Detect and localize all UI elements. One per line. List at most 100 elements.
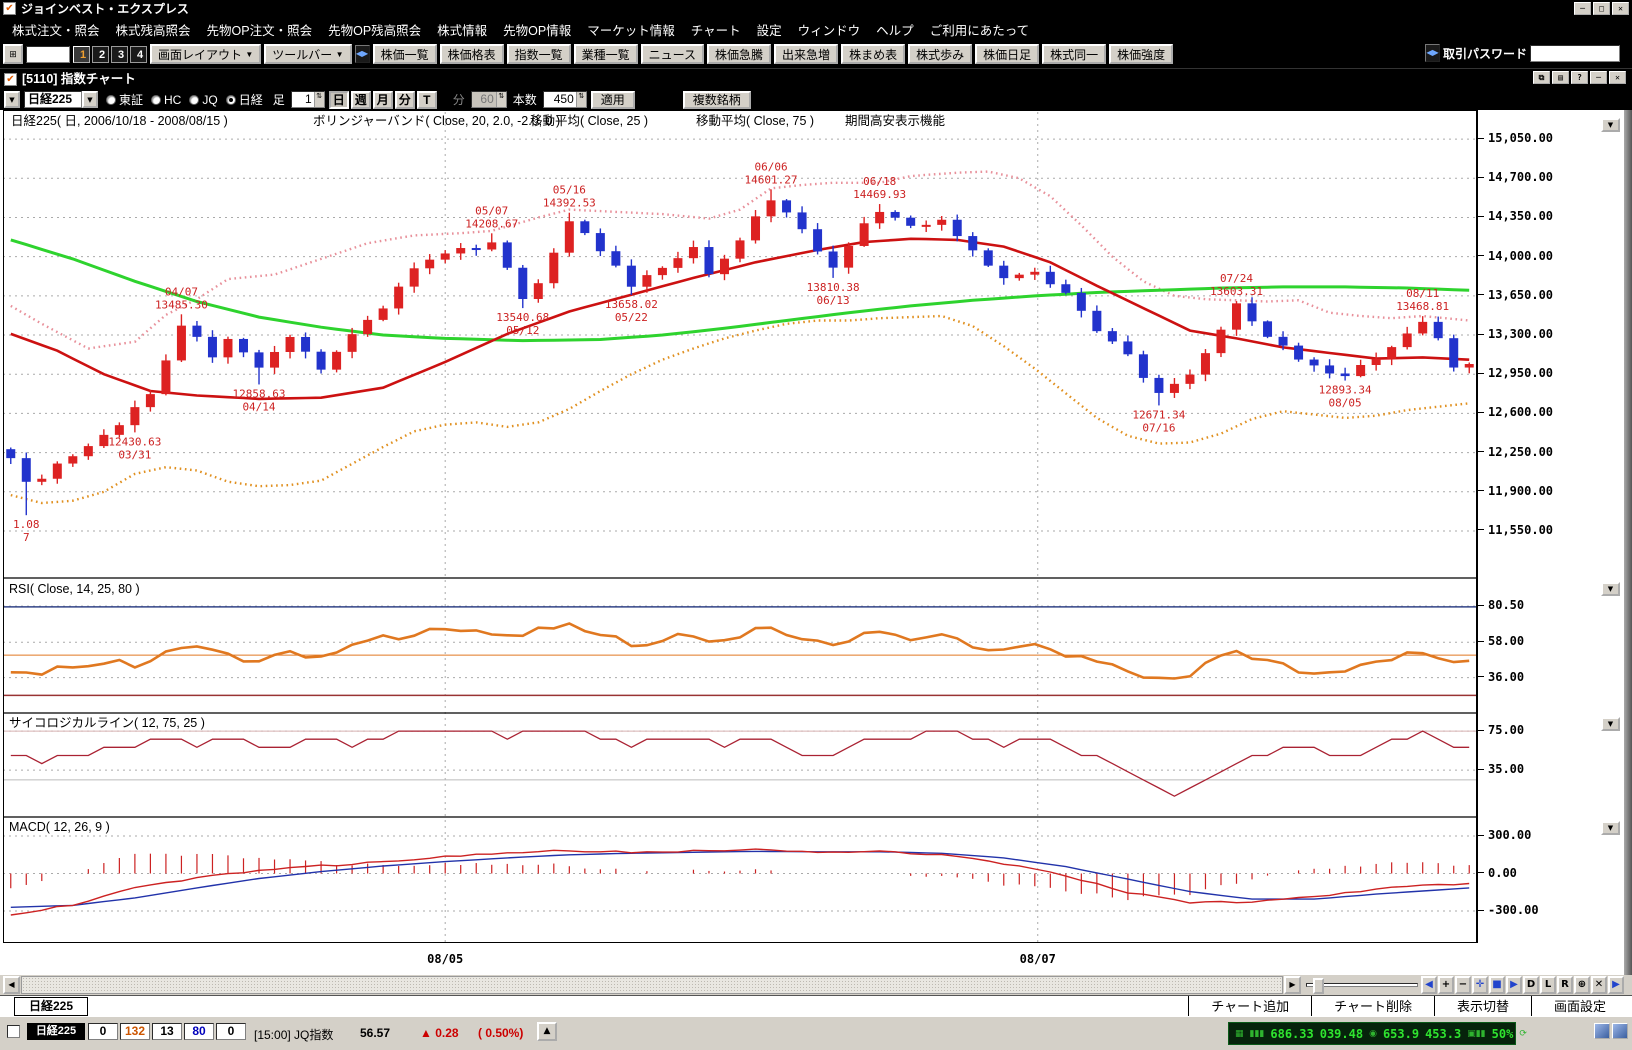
shortcut-button[interactable]: 株まめ表 [841,44,905,64]
shortcut-button[interactable]: 株式歩み [908,44,972,64]
toolbar-input[interactable] [26,46,70,63]
screen-layout-button[interactable]: 画面レイアウト ▼ [150,44,261,64]
password-input[interactable] [1530,45,1620,62]
status-field: 80 [184,1023,214,1040]
panel-dropdown-button[interactable]: ▼ [1601,118,1620,132]
symbol-history-dropdown-button[interactable]: ▼ [4,91,20,108]
workspace-button-2[interactable]: 2 [92,46,109,63]
horizontal-scrollbar[interactable]: ◀ ▶ ◀+−✛■▶DLR⊕✕▶ [0,975,1632,995]
nav-button[interactable]: ▶ [1506,976,1522,994]
chart-action-button[interactable]: チャート追加 [1188,996,1311,1017]
period-button-週[interactable]: 週 [351,91,371,109]
status-checkbox[interactable] [7,1025,20,1038]
help-icon[interactable]: ? [1571,71,1588,84]
market-radio-HC[interactable]: HC [151,91,181,108]
shortcut-button[interactable]: ニュース [641,44,704,64]
workspace-button-4[interactable]: 4 [130,46,147,63]
scrollbar-track[interactable] [21,976,1283,994]
minimize-icon[interactable]: ─ [1590,71,1607,84]
menu-item[interactable]: ヘルプ [868,20,922,39]
shortcut-button[interactable]: 株価一覧 [373,44,437,64]
nav-button[interactable]: D [1523,976,1539,994]
maximize-button[interactable]: □ [1593,2,1610,15]
shortcut-button[interactable]: 業種一覧 [574,44,638,64]
menu-item[interactable]: 株式情報 [429,20,495,39]
nav-button[interactable]: ▶ [1608,976,1624,994]
radio-dot-icon [151,95,161,105]
menu-item[interactable]: マーケット情報 [579,20,683,39]
shortcut-button[interactable]: 出来急増 [774,44,838,64]
led-meter-icon: ▦ [1235,1029,1244,1039]
shortcut-button[interactable]: 株価強度 [1109,44,1173,64]
chart-tab[interactable]: 日経225 [14,997,88,1016]
scroll-left-button[interactable]: ◀ [3,976,20,994]
chart-header-indicator: 期間高安表示機能 [845,113,946,128]
apply-button[interactable]: 適用 [591,91,635,109]
menu-item[interactable]: 先物OP注文・照会 [199,20,321,39]
menu-item[interactable]: 先物OP情報 [495,20,579,39]
spinner-arrows-icon[interactable]: ⇅ [576,92,586,107]
shortcut-button[interactable]: 株式同一 [1042,44,1106,64]
multi-symbol-button[interactable]: 複数銘柄 [683,91,751,109]
nav-button[interactable]: R [1557,976,1573,994]
period-button-T[interactable]: T [417,91,437,109]
menu-item[interactable]: ご利用にあたって [922,20,1037,39]
nav-button[interactable]: ✕ [1591,976,1607,994]
symbol-combo[interactable]: 日経225 ▼ [24,91,98,108]
spinner-arrows-icon[interactable]: ⇅ [314,92,324,107]
svg-text:03/31: 03/31 [118,448,151,461]
close-button[interactable]: ✕ [1612,2,1629,15]
popup-up-button[interactable]: ▲ [537,1022,557,1041]
menu-item[interactable]: ウィンドウ [790,20,869,39]
zoom-slider[interactable] [1306,983,1418,987]
nav-button[interactable]: ■ [1489,976,1505,994]
panel-dropdown-button[interactable]: ▼ [1601,717,1620,731]
menu-item[interactable]: 株式注文・照会 [4,20,108,39]
nav-button[interactable]: L [1540,976,1556,994]
period-button-分[interactable]: 分 [395,91,415,109]
chevron-down-icon[interactable]: ▼ [82,91,98,108]
nav-button[interactable]: + [1438,976,1454,994]
shortcut-button[interactable]: 株価格表 [440,44,504,64]
minimize-button[interactable]: ─ [1574,2,1591,15]
menu-item[interactable]: チャート [683,20,749,39]
tray-icon[interactable] [1612,1023,1628,1039]
nav-button[interactable]: ◀ [1421,976,1437,994]
panel-dropdown-button[interactable]: ▼ [1601,582,1620,596]
toolbar-menu-button[interactable]: ツールバー ▼ [264,44,351,64]
toolbar-grip-icon[interactable]: ◀▶ [1425,44,1440,62]
workspace-button-3[interactable]: 3 [111,46,128,63]
nav-button[interactable]: − [1455,976,1471,994]
tray-icon[interactable] [1594,1023,1610,1039]
menu-item[interactable]: 株式残高照会 [108,20,199,39]
toolbar-grip-icon[interactable]: ◀▶ [355,45,370,63]
bars-spinner[interactable]: 450⇅ [543,91,587,108]
period-button-月[interactable]: 月 [373,91,393,109]
y-tick-label: 13,650.00 [1478,288,1553,302]
chart-action-button[interactable]: 表示切替 [1434,996,1531,1017]
market-radio-JQ[interactable]: JQ [189,91,217,108]
restore-icon[interactable]: ⧉ [1533,71,1550,84]
panel-dropdown-button[interactable]: ▼ [1601,821,1620,835]
shortcut-button[interactable]: 株価日足 [975,44,1039,64]
period-button-日[interactable]: 日 [329,91,349,109]
nav-button[interactable]: ✛ [1472,976,1488,994]
workspace-button-1[interactable]: 1 [73,46,90,63]
scroll-right-button[interactable]: ▶ [1284,976,1301,994]
market-radio-日経[interactable]: 日経 [226,91,263,108]
close-icon[interactable]: ✕ [1609,71,1626,84]
chart-region[interactable]: 日経225( 日, 2006/10/18 - 2008/08/15 )ボリンジャ… [0,110,1632,943]
zoom-slider-thumb[interactable] [1313,978,1324,994]
shortcut-button[interactable]: 株価急騰 [707,44,771,64]
shortcut-button[interactable]: 指数一覧 [507,44,571,64]
market-radio-東証[interactable]: 東証 [106,91,143,108]
ashi-spinner[interactable]: 1⇅ [291,91,325,108]
menu-item[interactable]: 設定 [749,20,790,39]
menu-item[interactable]: 先物OP残高照会 [320,20,429,39]
list-icon[interactable]: ▤ [1552,71,1569,84]
chart-action-button[interactable]: 画面設定 [1531,996,1628,1017]
chart-action-button[interactable]: チャート削除 [1311,996,1434,1017]
nav-button[interactable]: ⊕ [1574,976,1590,994]
price-chart-canvas[interactable]: 日経225( 日, 2006/10/18 - 2008/08/15 )ボリンジャ… [3,110,1477,943]
layout-grid-icon[interactable]: ⊞ [3,44,23,64]
